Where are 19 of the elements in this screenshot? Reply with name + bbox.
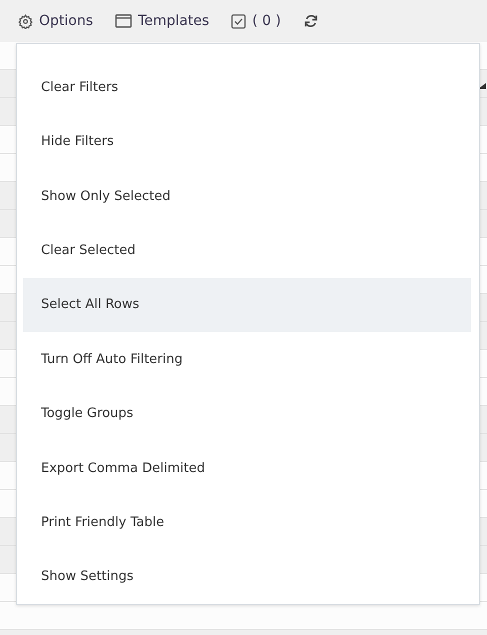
menu-item[interactable]: Show Only Selected	[23, 168, 471, 224]
menu-item[interactable]: Turn Off Auto Filtering	[23, 332, 471, 386]
gear-toolbar-button[interactable]: Options	[18, 13, 94, 29]
refresh-toolbar-button[interactable]	[302, 13, 319, 29]
refresh-icon	[302, 13, 319, 29]
window-icon	[115, 14, 132, 28]
checkbox-toolbar-button[interactable]: ( 0 )	[231, 13, 281, 29]
menu-item[interactable]: Toggle Groups	[23, 386, 471, 441]
window-toolbar-button[interactable]: Templates	[115, 13, 210, 29]
menu-item[interactable]: Print Friendly Table	[23, 495, 471, 550]
menu-item[interactable]: Show Settings	[23, 550, 471, 604]
menu-item[interactable]: Select All Rows	[23, 278, 471, 332]
sort-arrow-icon	[478, 83, 486, 89]
menu-item[interactable]: Clear Filters	[23, 60, 471, 114]
settings-icon	[18, 14, 33, 28]
menu-item[interactable]: Hide Filters	[23, 114, 471, 169]
menu-item[interactable]: Clear Selected	[23, 223, 471, 278]
checkbox-icon	[231, 14, 246, 28]
menu-item[interactable]: Export Comma Delimited	[23, 440, 471, 496]
